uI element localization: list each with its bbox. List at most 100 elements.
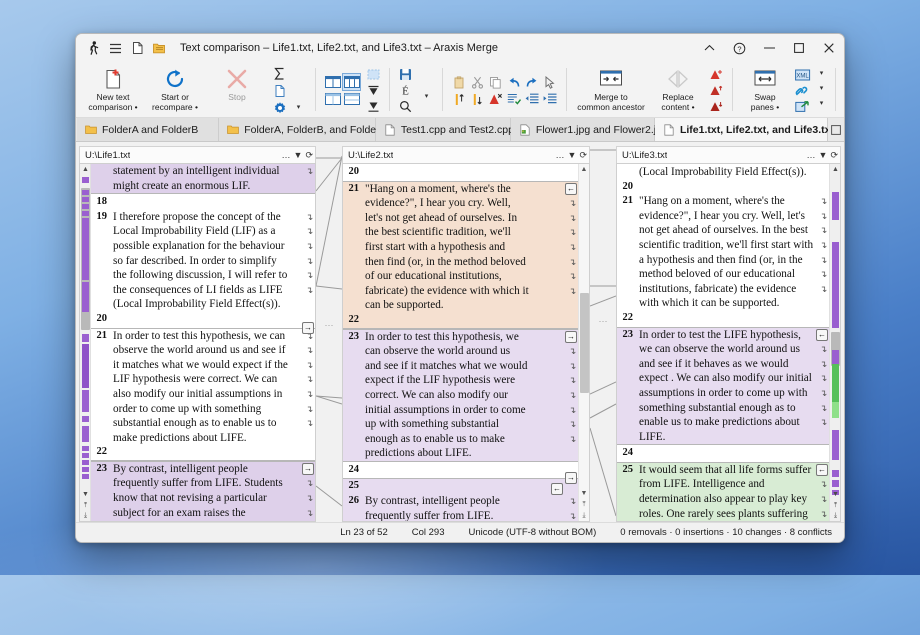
diff-block[interactable]: → ← 25 26By contrast, intelligent people…	[343, 478, 578, 521]
pane-2-overflow-icon[interactable]: …	[556, 151, 565, 160]
redo-icon[interactable]	[523, 74, 540, 90]
report-file-icon[interactable]	[271, 83, 288, 99]
link-icon[interactable]	[794, 83, 811, 99]
settings-gear-icon[interactable]	[271, 100, 288, 116]
merge-left-button[interactable]: ←	[565, 183, 577, 195]
map-scroll-up-icon[interactable]: ▲	[81, 165, 90, 174]
find-dropdown-caret[interactable]: ▾	[418, 89, 435, 105]
two-pane-layout-icon[interactable]	[324, 74, 341, 90]
replace-content-button[interactable]: Replace content •	[650, 64, 706, 117]
pane-3-filter-icon[interactable]: ▼	[819, 151, 828, 160]
cut-icon[interactable]	[469, 74, 486, 90]
diff-block[interactable]: ← 23In order to test the LIFE hypothesis…	[617, 327, 829, 446]
toggle-button[interactable]: Toggle	[841, 64, 844, 117]
pane-1-filter-icon[interactable]: ▼	[294, 151, 303, 160]
encoding-icon[interactable]: É	[397, 83, 414, 99]
pane-2-history-icon[interactable]: ⟳	[579, 151, 587, 160]
diff-block[interactable]: → 23In order to test this hypothesis, we…	[343, 329, 578, 462]
summary-sigma-icon[interactable]	[271, 66, 288, 82]
launch-external-icon[interactable]	[794, 99, 811, 115]
last-diff-icon[interactable]: ⤓	[582, 510, 585, 521]
close-button[interactable]	[814, 34, 844, 62]
merge-right-button[interactable]: →	[565, 331, 577, 343]
save-icon[interactable]	[397, 67, 414, 83]
tab-folder-a-folder-b-and-folder-c[interactable]: FolderA, FolderB, and FolderC	[219, 118, 376, 141]
vertical-split-icon[interactable]	[324, 91, 341, 107]
map-scroll-up-icon[interactable]: ▲	[831, 165, 840, 174]
pane-3-text[interactable]: (Local Improbability Field Effect(s)). 2…	[617, 164, 829, 521]
diff-block[interactable]: statement by an intelligent individual↴ …	[91, 164, 315, 194]
apply-changes-icon[interactable]	[505, 91, 522, 107]
link-dropdown-caret[interactable]: ▾	[813, 82, 830, 97]
pane-1-overflow-icon[interactable]: …	[282, 151, 291, 160]
find-icon[interactable]	[397, 99, 414, 115]
start-or-recompare-button[interactable]: Start or recompare •	[144, 64, 206, 117]
pane-1-history-icon[interactable]: ⟳	[305, 151, 313, 160]
bookmark-up-icon[interactable]	[451, 91, 468, 107]
paste-icon[interactable]	[451, 74, 468, 90]
tab-list-button[interactable]	[828, 118, 844, 141]
merge-left-button[interactable]: ←	[816, 464, 828, 476]
merge-right-button[interactable]: →	[302, 322, 314, 334]
xml-dropdown-caret[interactable]: ▾	[813, 67, 830, 82]
pane-2-filter-icon[interactable]: ▼	[568, 151, 577, 160]
indent-left-icon[interactable]	[523, 91, 540, 107]
bookmark-down-icon[interactable]	[469, 91, 486, 107]
map-last-diff-icon[interactable]: ⤓	[81, 511, 90, 520]
maximize-button[interactable]	[784, 34, 814, 62]
help-icon[interactable]: ?	[724, 34, 754, 62]
diff-block[interactable]: → 23By contrast, intelligent people↴ fre…	[91, 461, 315, 521]
map-scroll-down-icon[interactable]: ▼	[831, 490, 840, 499]
select-icon[interactable]	[541, 74, 558, 90]
new-text-comparison-button[interactable]: New text comparison •	[82, 64, 144, 117]
merge-to-common-ancestor-button[interactable]: Merge to common ancestor	[572, 64, 650, 117]
ribbon-toggle-icon[interactable]	[694, 34, 724, 62]
conflict-icon[interactable]	[487, 91, 504, 107]
xml-icon[interactable]: XML	[794, 67, 811, 83]
map-scroll-down-icon[interactable]: ▼	[81, 490, 90, 499]
pane-3-change-map[interactable]: ▲ ▼ ⤒ ⤓	[829, 164, 840, 521]
tab-life1-life2-life3[interactable]: Life1.txt, Life2.txt, and Life3.txt	[655, 118, 828, 141]
scroll-up-icon[interactable]: ▲	[581, 164, 588, 175]
pane-2-text[interactable]: 20 ← 21"Hang on a moment, where's the↴ e…	[343, 164, 578, 521]
previous-conflict-icon[interactable]	[708, 83, 725, 99]
next-conflict-icon[interactable]	[708, 67, 725, 83]
pane-3-history-icon[interactable]: ⟳	[830, 151, 838, 160]
pane-3-overflow-icon[interactable]: …	[807, 151, 816, 160]
insertion-block[interactable]: ← 25It would seem that all life forms su…	[617, 462, 829, 521]
map-first-diff-icon[interactable]: ⤒	[831, 501, 840, 510]
new-document-icon[interactable]	[126, 37, 148, 59]
conflict-block[interactable]: ← 21"Hang on a moment, where's the↴ evid…	[343, 181, 578, 329]
copy-icon[interactable]	[487, 74, 504, 90]
merge-right-button[interactable]: →	[565, 472, 577, 484]
diff-block[interactable]: → 21In order to test this hypothesis, we…	[91, 328, 315, 461]
last-conflict-icon[interactable]	[708, 99, 725, 115]
last-difference-icon[interactable]	[365, 99, 382, 115]
tab-folder-a-and-folder-b[interactable]: FolderA and FolderB	[77, 118, 219, 141]
first-diff-icon[interactable]: ⤒	[582, 499, 585, 510]
tab-test1-cpp-and-test2-cpp[interactable]: Test1.cpp and Test2.cpp	[376, 118, 511, 141]
swap-panes-button[interactable]: Swap panes •	[738, 64, 792, 117]
scroll-down-icon[interactable]: ▼	[581, 488, 588, 499]
pane-1-change-map[interactable]: ▲	[80, 164, 91, 521]
new-folder-compare-icon[interactable]	[148, 37, 170, 59]
tab-flower1-jpg-and-flower2-jpg[interactable]: Flower1.jpg and Flower2.jpg	[511, 118, 655, 141]
merge-left-button[interactable]: ←	[551, 483, 563, 495]
minimize-button[interactable]	[754, 34, 784, 62]
collapse-unchanged-icon[interactable]	[365, 67, 382, 83]
first-difference-icon[interactable]	[365, 83, 382, 99]
undo-icon[interactable]	[505, 74, 522, 90]
status-encoding[interactable]: Unicode (UTF-8 without BOM)	[457, 527, 609, 538]
launch-dropdown-caret[interactable]: ▾	[813, 96, 830, 111]
map-last-diff-icon[interactable]: ⤓	[831, 511, 840, 520]
pane-2-scrollbar[interactable]: ▲ ▼ ⤒ ⤓	[578, 164, 589, 521]
merge-right-button[interactable]: →	[302, 463, 314, 475]
indent-right-icon[interactable]	[541, 91, 558, 107]
map-first-diff-icon[interactable]: ⤒	[81, 501, 90, 510]
stop-button[interactable]: Stop	[206, 64, 268, 117]
horizontal-split-icon[interactable]	[343, 91, 360, 107]
merge-left-button[interactable]: ←	[816, 329, 828, 341]
settings-dropdown-caret[interactable]: ▾	[290, 100, 307, 116]
hamburger-icon[interactable]	[104, 37, 126, 59]
pane-1-text[interactable]: statement by an intelligent individual↴ …	[91, 164, 315, 521]
